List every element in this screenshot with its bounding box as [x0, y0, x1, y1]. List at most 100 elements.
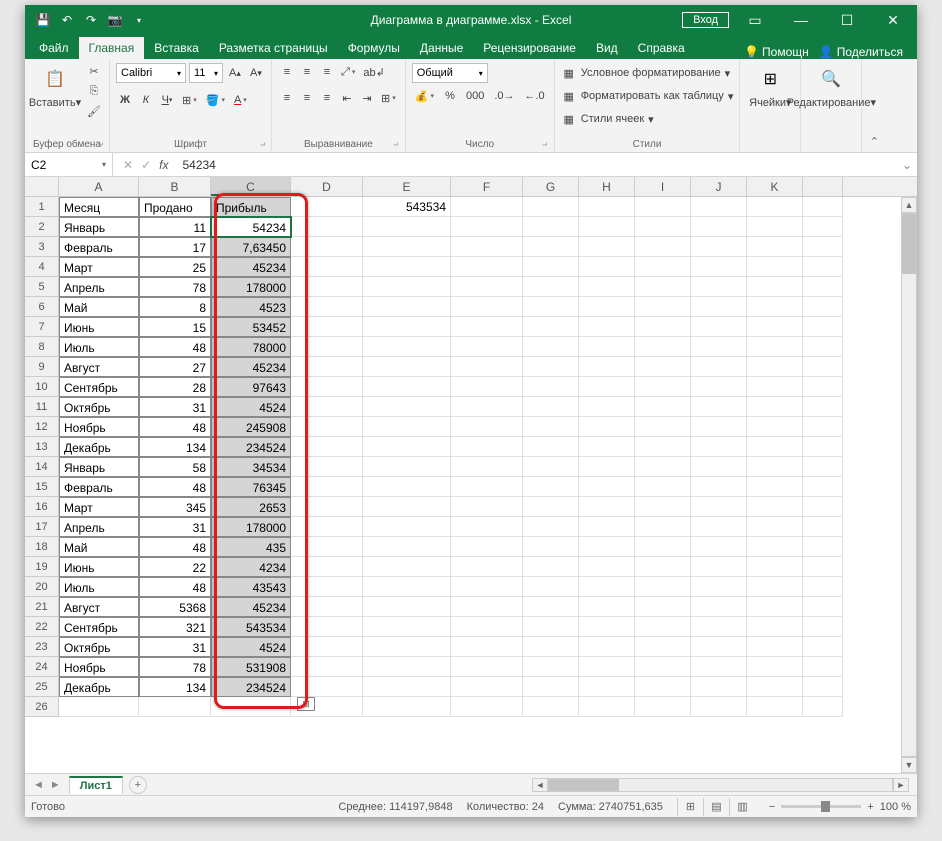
cell[interactable]	[747, 457, 803, 477]
cell[interactable]	[747, 477, 803, 497]
align-left-icon[interactable]: ≡	[278, 89, 296, 107]
tab-data[interactable]: Данные	[410, 37, 473, 59]
cancel-formula-icon[interactable]: ✕	[123, 158, 133, 172]
cell[interactable]	[291, 677, 363, 697]
cell[interactable]: 48	[139, 337, 211, 357]
cell[interactable]: 4234	[211, 557, 291, 577]
cell[interactable]	[635, 517, 691, 537]
quick-analysis-icon[interactable]: ⊞	[297, 697, 315, 711]
cell[interactable]	[803, 237, 843, 257]
cell[interactable]: 34534	[211, 457, 291, 477]
cell[interactable]: 134	[139, 437, 211, 457]
cell[interactable]	[747, 597, 803, 617]
cell[interactable]	[451, 557, 523, 577]
cell[interactable]	[451, 657, 523, 677]
tab-home[interactable]: Главная	[79, 37, 145, 59]
cell[interactable]	[363, 237, 451, 257]
cell[interactable]	[451, 277, 523, 297]
cell[interactable]	[635, 577, 691, 597]
cell[interactable]	[363, 657, 451, 677]
cell[interactable]	[691, 617, 747, 637]
cell[interactable]: 45234	[211, 257, 291, 277]
orientation-icon[interactable]: ⤢	[338, 63, 358, 81]
cell[interactable]: Февраль	[59, 477, 139, 497]
cell[interactable]	[451, 317, 523, 337]
cell[interactable]	[803, 617, 843, 637]
cell[interactable]: 5368	[139, 597, 211, 617]
tab-insert[interactable]: Вставка	[144, 37, 209, 59]
cell[interactable]	[747, 577, 803, 597]
cell[interactable]	[635, 657, 691, 677]
cell[interactable]	[803, 357, 843, 377]
align-middle-icon[interactable]: ≡	[298, 63, 316, 81]
cell[interactable]	[803, 497, 843, 517]
cell[interactable]: Январь	[59, 217, 139, 237]
cell[interactable]	[579, 217, 635, 237]
cell[interactable]	[579, 317, 635, 337]
decrease-decimal-icon[interactable]: ←.0	[522, 87, 548, 105]
cell[interactable]	[523, 357, 579, 377]
cell[interactable]	[451, 497, 523, 517]
cell[interactable]	[291, 237, 363, 257]
cell[interactable]	[691, 497, 747, 517]
save-icon[interactable]: 💾	[35, 12, 51, 28]
scroll-left-icon[interactable]: ◄	[532, 778, 548, 792]
cell[interactable]	[579, 357, 635, 377]
cell[interactable]	[363, 477, 451, 497]
percent-format-icon[interactable]: %	[441, 87, 459, 105]
cell[interactable]	[363, 317, 451, 337]
cell[interactable]: Месяц	[59, 197, 139, 217]
cell[interactable]: 2653	[211, 497, 291, 517]
cell[interactable]	[291, 197, 363, 217]
row-header[interactable]: 1	[25, 197, 59, 217]
borders-button[interactable]: ⊞	[179, 91, 200, 109]
undo-icon[interactable]: ↶	[59, 12, 75, 28]
cell[interactable]	[635, 637, 691, 657]
row-header[interactable]: 22	[25, 617, 59, 637]
cell[interactable]	[803, 437, 843, 457]
cell[interactable]	[291, 617, 363, 637]
column-header[interactable]: E	[363, 177, 451, 196]
cell[interactable]	[451, 237, 523, 257]
tab-review[interactable]: Рецензирование	[473, 37, 586, 59]
cell[interactable]	[451, 337, 523, 357]
cell[interactable]	[747, 397, 803, 417]
cell[interactable]: Декабрь	[59, 437, 139, 457]
cell[interactable]	[451, 217, 523, 237]
collapse-ribbon-icon[interactable]: ⌃	[862, 59, 886, 152]
cell[interactable]: 31	[139, 397, 211, 417]
add-sheet-icon[interactable]: +	[129, 776, 147, 794]
cell[interactable]: 48	[139, 537, 211, 557]
cell[interactable]	[579, 617, 635, 637]
zoom-out-icon[interactable]: −	[769, 801, 775, 813]
cell[interactable]	[291, 417, 363, 437]
tab-formulas[interactable]: Формулы	[338, 37, 410, 59]
cell[interactable]: 531908	[211, 657, 291, 677]
cell[interactable]	[747, 557, 803, 577]
accounting-format-icon[interactable]: 💰	[412, 87, 437, 105]
cell[interactable]	[691, 477, 747, 497]
cell[interactable]	[691, 337, 747, 357]
formula-input[interactable]: 54234	[178, 158, 897, 172]
zoom-in-icon[interactable]: +	[867, 801, 873, 813]
cell[interactable]	[635, 617, 691, 637]
cell[interactable]: Июнь	[59, 557, 139, 577]
spreadsheet-grid[interactable]: A B C D E F G H I J K 1МесяцПроданоПрибы…	[25, 177, 917, 773]
comma-format-icon[interactable]: 000	[463, 87, 487, 105]
cell[interactable]	[363, 577, 451, 597]
row-header[interactable]: 18	[25, 537, 59, 557]
cell[interactable]	[803, 657, 843, 677]
cell[interactable]: 97643	[211, 377, 291, 397]
cell[interactable]: Продано	[139, 197, 211, 217]
cell[interactable]	[59, 697, 139, 717]
cell[interactable]	[451, 457, 523, 477]
column-header[interactable]: J	[691, 177, 747, 196]
cell[interactable]: 234524	[211, 677, 291, 697]
cell[interactable]	[803, 637, 843, 657]
increase-font-icon[interactable]: A▴	[226, 64, 244, 82]
qat-customize-icon[interactable]: ▾	[131, 12, 147, 28]
cell[interactable]	[635, 417, 691, 437]
cell[interactable]	[291, 657, 363, 677]
cell[interactable]: 435	[211, 537, 291, 557]
column-header[interactable]: I	[635, 177, 691, 196]
